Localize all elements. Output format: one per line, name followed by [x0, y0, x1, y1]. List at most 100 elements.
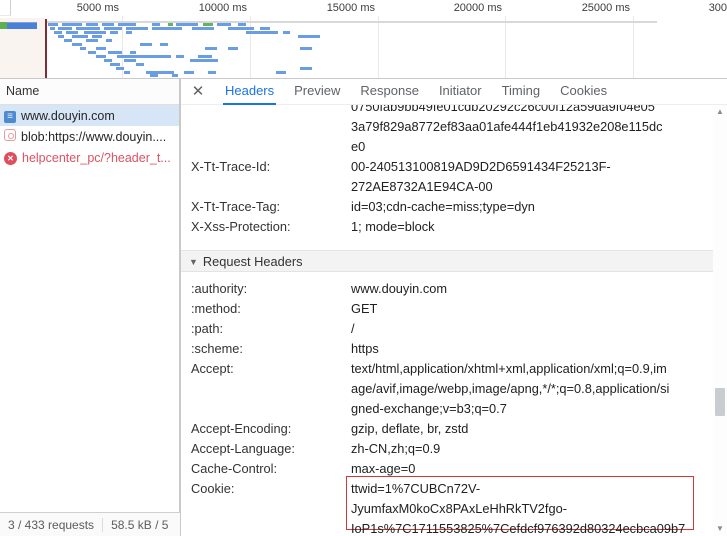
- header-value: 0750fab9bb49fe01cdb20292c26c00f12a59da9f…: [351, 105, 713, 157]
- response-headers-rows: X-Tt-Trace-Id:00-240513100819AD9D2D65914…: [181, 157, 713, 237]
- overview-corner: [0, 0, 11, 16]
- header-value-line: ttwid=1%7CUBCn72V-: [351, 479, 693, 499]
- waterfall-bar: [298, 35, 320, 38]
- error-icon-glyph: ✕: [4, 152, 17, 165]
- waterfall-bar: [80, 47, 86, 50]
- waterfall-bar: [58, 35, 64, 38]
- clipped-header-value: 0750fab9bb49fe01cdb20292c26c00f12a59da9f…: [181, 105, 713, 157]
- tab-initiator[interactable]: Initiator: [429, 79, 492, 105]
- waterfall-bar: [86, 23, 98, 26]
- tab-response[interactable]: Response: [350, 79, 429, 105]
- section-title: Request Headers: [203, 254, 303, 269]
- document-icon-glyph: ≡: [4, 111, 16, 123]
- waterfall-bar: [198, 55, 212, 58]
- waterfall-bar: [246, 31, 278, 34]
- header-value-line: age/avif,image/webp,image/apng,*/*;q=0.8…: [351, 379, 713, 399]
- waterfall-bar: [152, 27, 182, 30]
- timeline-gridline: [505, 16, 506, 78]
- waterfall-bar: [190, 59, 218, 62]
- waterfall-bar: [96, 47, 106, 50]
- scroll-up-icon[interactable]: ▲: [713, 105, 727, 119]
- header-row: :authority:www.douyin.com: [181, 279, 713, 299]
- waterfall-bar: [118, 23, 136, 26]
- detail-tabs: HeadersPreviewResponseInitiatorTimingCoo…: [215, 79, 617, 105]
- header-value-line: JyumfaxM0koCx8PAxLeHhRkTV2fgo-: [351, 499, 693, 519]
- waterfall-bar: [108, 51, 122, 54]
- waterfall-bar: [152, 23, 160, 26]
- headers-scrollbar[interactable]: ▲ ▼: [713, 105, 727, 536]
- timeline-gridline: [633, 16, 634, 78]
- waterfall-bar: [150, 74, 158, 77]
- header-row: :path:/: [181, 319, 713, 339]
- header-value-line: text/html,application/xhtml+xml,applicat…: [351, 359, 713, 379]
- waterfall-bar: [228, 27, 254, 30]
- waterfall-bar: [104, 59, 112, 62]
- close-icon[interactable]: ✕: [187, 81, 209, 103]
- waterfall-bar: [102, 23, 114, 26]
- name-column-header[interactable]: Name: [0, 79, 179, 105]
- header-value: www.douyin.com: [351, 279, 713, 299]
- headers-content[interactable]: 0750fab9bb49fe01cdb20292c26c00f12a59da9f…: [181, 105, 713, 536]
- error-icon: ✕: [4, 150, 17, 165]
- header-value-line: IoP1s%7C1711553825%7Cefdcf976392d80324ec…: [351, 519, 693, 536]
- waterfall-bar: [208, 71, 216, 74]
- headers-scroll-inner: 0750fab9bb49fe01cdb20292c26c00f12a59da9f…: [181, 105, 713, 530]
- scroll-down-icon[interactable]: ▼: [713, 522, 727, 536]
- header-value: id=03;cdn-cache=miss;type=dyn: [351, 197, 713, 217]
- network-overview[interactable]: 5000 ms10000 ms15000 ms20000 ms25000 ms3…: [0, 0, 727, 79]
- waterfall-bar: [104, 27, 122, 30]
- scrollbar-thumb[interactable]: [715, 388, 725, 416]
- header-value-line: zh-CN,zh;q=0.9: [351, 439, 713, 459]
- header-row: 0750fab9bb49fe01cdb20292c26c00f12a59da9f…: [181, 105, 713, 157]
- header-value-line: 3a79f829a8772ef83aa01afe444f1eb41932e208…: [351, 117, 713, 137]
- tab-timing[interactable]: Timing: [492, 79, 551, 105]
- waterfall-bar: [300, 47, 312, 50]
- transferred-size: 58.5 kB / 5: [102, 518, 176, 532]
- waterfall-bar: [176, 55, 184, 58]
- header-value: GET: [351, 299, 713, 319]
- request-headers-section[interactable]: ▼Request Headers: [181, 250, 713, 272]
- waterfall-bar: [72, 35, 88, 38]
- request-row[interactable]: ✕helpcenter_pc/?header_t...: [0, 147, 179, 168]
- header-value: text/html,application/xhtml+xml,applicat…: [351, 359, 713, 419]
- header-value: 00-240513100819AD9D2D6591434F25213F-272A…: [351, 157, 713, 197]
- waterfall-bar: [126, 27, 148, 30]
- header-row: :method:GET: [181, 299, 713, 319]
- request-list-panel: Name ≡www.douyin.comblob:https://www.dou…: [0, 79, 180, 536]
- waterfall-bar: [50, 27, 55, 30]
- waterfall-bar: [96, 55, 106, 58]
- waterfall-bar: [260, 27, 270, 30]
- timeline-tick-label: 15000 ms: [327, 2, 375, 14]
- tab-cookies[interactable]: Cookies: [550, 79, 617, 105]
- header-value: https: [351, 339, 713, 359]
- waterfall-bar: [64, 39, 72, 42]
- waterfall-bar: [276, 71, 286, 74]
- header-value-line: www.douyin.com: [351, 279, 713, 299]
- waterfall-bar: [54, 31, 62, 34]
- tab-headers[interactable]: Headers: [215, 79, 284, 105]
- waterfall-bar: [300, 67, 312, 70]
- header-value-line: id=03;cdn-cache=miss;type=dyn: [351, 197, 713, 217]
- header-name: X-Tt-Trace-Id:: [181, 157, 351, 197]
- header-name: :method:: [181, 299, 351, 319]
- waterfall-bar: [140, 43, 152, 46]
- annotation-box: ttwid=1%7CUBCn72V-JyumfaxM0koCx8PAxLeHhR…: [346, 476, 694, 530]
- request-row[interactable]: blob:https://www.douyin....: [0, 126, 179, 147]
- header-row: Accept:text/html,application/xhtml+xml,a…: [181, 359, 713, 419]
- request-rows: ≡www.douyin.comblob:https://www.douyin..…: [0, 105, 179, 168]
- header-row: X-Tt-Trace-Tag:id=03;cdn-cache=miss;type…: [181, 197, 713, 217]
- waterfall-bar: [184, 71, 194, 74]
- overview-total-line: [47, 21, 657, 23]
- timeline-gridline: [378, 16, 379, 78]
- request-row[interactable]: ≡www.douyin.com: [0, 105, 179, 126]
- waterfall-bar: [192, 27, 214, 30]
- waterfall-bar: [203, 23, 213, 26]
- tab-preview[interactable]: Preview: [284, 79, 350, 105]
- waterfall-bar: [176, 23, 198, 26]
- header-value-line: e0: [351, 137, 713, 157]
- header-value: zh-CN,zh;q=0.9: [351, 439, 713, 459]
- waterfall-bar: [217, 23, 231, 26]
- header-name: X-Tt-Trace-Tag:: [181, 197, 351, 217]
- waterfall-bar: [66, 31, 78, 34]
- waterfall-bar: [117, 55, 171, 58]
